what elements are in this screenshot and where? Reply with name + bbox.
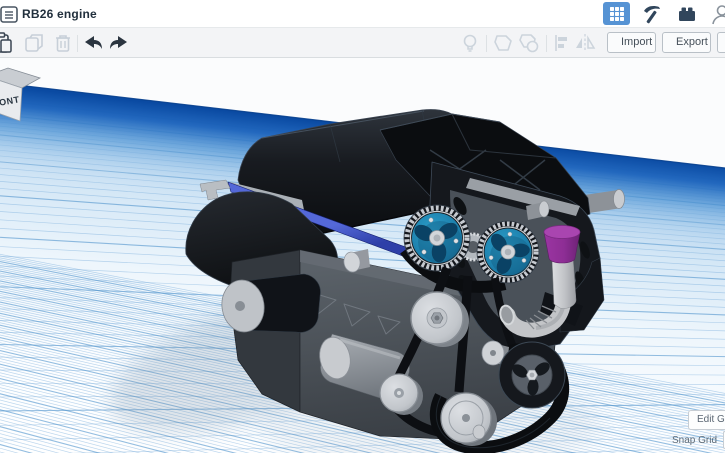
edit-grid-button[interactable]: Edit Grid	[688, 410, 725, 430]
redo-icon[interactable]	[107, 32, 129, 54]
alternator-wheel	[498, 341, 566, 409]
import-button[interactable]: Import	[607, 32, 656, 53]
oil-filter-purple	[543, 225, 581, 264]
group-icon[interactable]	[492, 32, 514, 54]
shape-grid-view-icon[interactable]	[603, 2, 630, 25]
export-button[interactable]: Export	[662, 32, 711, 53]
tinkercad-editor: { "header": { "title": "RB26 engine", "i…	[0, 0, 725, 453]
scene-svg[interactable]: FRONT	[0, 58, 725, 453]
show-all-icon[interactable]	[459, 32, 481, 54]
mirror-icon[interactable]	[574, 32, 596, 54]
toolbar-separator	[486, 35, 487, 52]
viewport-3d[interactable]: FRONT	[0, 58, 725, 453]
align-icon[interactable]	[551, 32, 573, 54]
lego-export-icon[interactable]	[673, 2, 700, 25]
header-view-buttons	[603, 2, 725, 25]
snap-grid-label: Snap Grid	[672, 435, 718, 446]
delete-icon[interactable]	[52, 32, 74, 54]
cam-gear-right	[476, 220, 540, 284]
undo-icon[interactable]	[83, 32, 105, 54]
header-bar: RB26 engine	[0, 0, 725, 28]
profile-avatar-icon[interactable]	[708, 2, 725, 25]
cam-gear-left	[403, 204, 471, 272]
toolbar-separator	[546, 35, 547, 52]
paste-icon[interactable]	[0, 32, 14, 54]
design-title[interactable]: RB26 engine	[22, 7, 97, 21]
edit-toolbar: Import Export Send To	[0, 28, 725, 58]
compressor-cylinder	[221, 273, 321, 333]
minecraft-export-icon[interactable]	[638, 2, 665, 25]
design-menu-icon[interactable]	[0, 6, 19, 29]
send-to-button[interactable]: Send To	[717, 32, 725, 53]
toolbar-separator	[77, 35, 78, 52]
ungroup-icon[interactable]	[518, 32, 540, 54]
copy-icon[interactable]	[23, 32, 45, 54]
